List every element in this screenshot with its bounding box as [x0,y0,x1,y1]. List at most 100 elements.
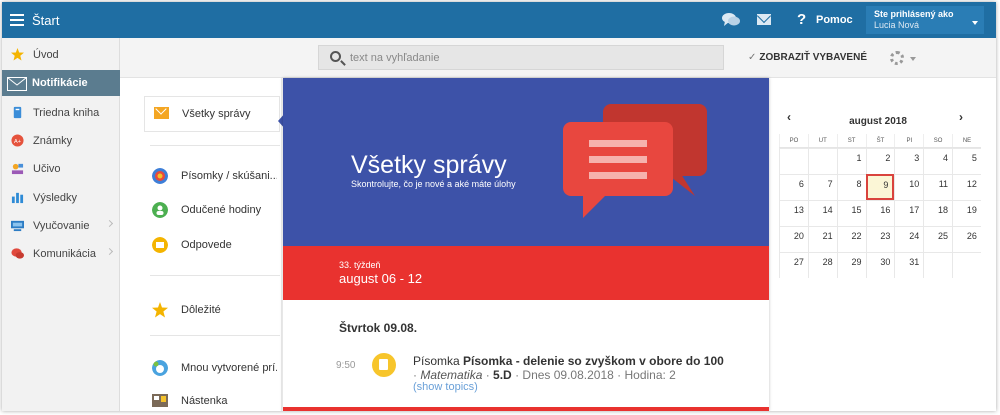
calendar-day[interactable]: 28 [807,252,837,278]
nav-item-label: Písomky / skúšani... [181,170,277,182]
envelope-icon [7,77,27,91]
calendar-day-number: 12 [966,179,977,189]
mail-icon[interactable] [757,14,771,25]
calendar-day-number: 4 [943,153,949,163]
chevron-right-icon [105,219,114,228]
help-link[interactable]: Pomoc [816,14,853,26]
calendar-day[interactable]: 25 [923,226,953,252]
calendar-month: august 2018 [849,116,907,127]
chevron-down-icon [972,21,978,25]
sidebar-item-label: Známky [33,135,73,147]
sidebar-item-triedna-kniha[interactable]: Triedna kniha [2,100,120,126]
user-menu[interactable]: Ste prihlásený ako Lucia Nová [866,6,984,34]
nav-all-messages[interactable]: Všetky správy [144,96,280,132]
sidebar-item-znamky[interactable]: A+ Známky [2,128,120,154]
sidebar-item-vyucovanie[interactable]: Vyučovanie [2,213,120,239]
calendar-days: 1 2 3 4 5 6 7 8 9 10 11 12 13 14 15 16 17 18 19 20 21 22 23 24 2… [779,148,981,278]
calendar-day[interactable]: 12 [952,174,981,200]
sidebar-item-uvod[interactable]: Úvod [2,42,120,68]
calendar-day[interactable]: 16 [865,200,895,226]
sidebar-item-vysledky[interactable]: Výsledky [2,185,120,211]
teacher-icon [11,163,24,175]
nav-noticeboard[interactable]: Nástenka [138,387,278,411]
calendar-day[interactable]: 31 [894,252,924,278]
calendar-day[interactable]: 1 [836,148,866,174]
calendar-day[interactable]: 13 [779,200,808,226]
calendar-day[interactable]: 17 [894,200,924,226]
calendar-day[interactable]: 22 [836,226,866,252]
nav-taught-lessons[interactable]: Odučené hodiny [138,196,278,224]
calendar-day[interactable]: 3 [894,148,924,174]
svg-text:A+: A+ [14,139,21,145]
main-content: Všetky správy Skontrolujte, čo je nové a… [283,78,769,411]
calendar-day[interactable]: 21 [807,226,837,252]
calendar-day[interactable]: 18 [923,200,953,226]
sidebar-item-ucivo[interactable]: Učivo [2,156,120,182]
calendar-day[interactable]: 8 [836,174,866,200]
chat-icon [11,248,24,259]
calendar-day-number: 1 [856,153,862,163]
help-icon[interactable]: ? [797,11,806,28]
calendar-day [779,148,808,174]
calendar-day[interactable]: 10 [894,174,924,200]
chat-icon[interactable] [722,12,740,28]
nav-important[interactable]: Dôležité [138,296,278,324]
calendar-day-number: 20 [793,231,804,241]
sidebar-item-komunikacia[interactable]: Komunikácia [2,241,120,267]
calendar-day[interactable]: 6 [779,174,808,200]
menu-icon[interactable] [10,14,24,26]
person-icon [152,202,168,218]
nav-item-label: Nástenka [181,395,228,407]
calendar-day[interactable]: 23 [865,226,895,252]
book-icon [13,106,22,119]
show-topics-link[interactable]: (show topics) [413,381,478,393]
calendar-day[interactable]: 2 [865,148,895,174]
calendar-day[interactable]: 15 [836,200,866,226]
calendar-day-number: 6 [798,179,804,189]
entry-class: 5.D [493,368,512,382]
sidebar-item-label: Učivo [33,163,61,175]
calendar-day[interactable]: 11 [923,174,953,200]
calendar-day-number: 5 [971,153,977,163]
calendar-day[interactable]: 30 [865,252,895,278]
calendar-day[interactable]: 20 [779,226,808,252]
calendar-weekdays: PO UT ST ŠT PI SO NE [779,134,981,148]
calendar-day [923,252,953,278]
sidebar-item-notifikacie[interactable]: Notifikácie [2,70,120,96]
search-input[interactable]: text na vyhľadanie [318,45,724,70]
mini-calendar: ‹ august 2018 › PO UT ST ŠT PI SO NE 123456789… [775,106,983,280]
calendar-day[interactable]: 24 [894,226,924,252]
page-title: Všetky správy [351,151,507,179]
calendar-day[interactable]: 14 [807,200,837,226]
calendar-day[interactable]: 7 [807,174,837,200]
calendar-weekday: SO [923,134,952,147]
calendar-day[interactable]: 27 [779,252,808,278]
calendar-day-number: 8 [856,179,862,189]
nav-created-by-me[interactable]: Mnou vytvorené prí... [138,354,278,382]
gear-icon[interactable] [890,51,904,65]
nav-tests[interactable]: Písomky / skúšani... [138,162,278,190]
calendar-day-number: 25 [938,231,949,241]
calendar-day-today[interactable]: 9 [865,174,895,200]
sidebar-item-label: Notifikácie [32,77,88,89]
calendar-day[interactable]: 19 [952,200,981,226]
next-week-band [283,407,769,411]
grade-icon: A+ [11,134,24,147]
nav-item-label: Dôležité [181,304,221,316]
calendar-day-number: 22 [851,231,862,241]
envelope-icon [154,107,169,119]
calendar-day[interactable]: 5 [952,148,981,174]
app-title[interactable]: Štart [32,13,59,28]
calendar-weekday: NE [952,134,981,147]
calendar-next-button[interactable]: › [959,110,963,124]
nav-item-label: Mnou vytvorené prí... [181,362,277,374]
calendar-day[interactable]: 4 [923,148,953,174]
sidebar: Úvod Notifikácie Triedna kniha A+ Známky… [2,38,120,411]
calendar-day[interactable]: 29 [836,252,866,278]
show-completed-button[interactable]: ✓ ZOBRAZIŤ VYBAVENÉ [748,52,867,63]
nav-replies[interactable]: Odpovede [138,231,278,259]
chevron-down-icon[interactable] [910,57,916,61]
calendar-day[interactable]: 26 [952,226,981,252]
entry-title[interactable]: Písomka Písomka - delenie so zvyškom v o… [413,354,724,368]
calendar-week-row: 6 7 8 9 10 11 12 [779,174,981,200]
